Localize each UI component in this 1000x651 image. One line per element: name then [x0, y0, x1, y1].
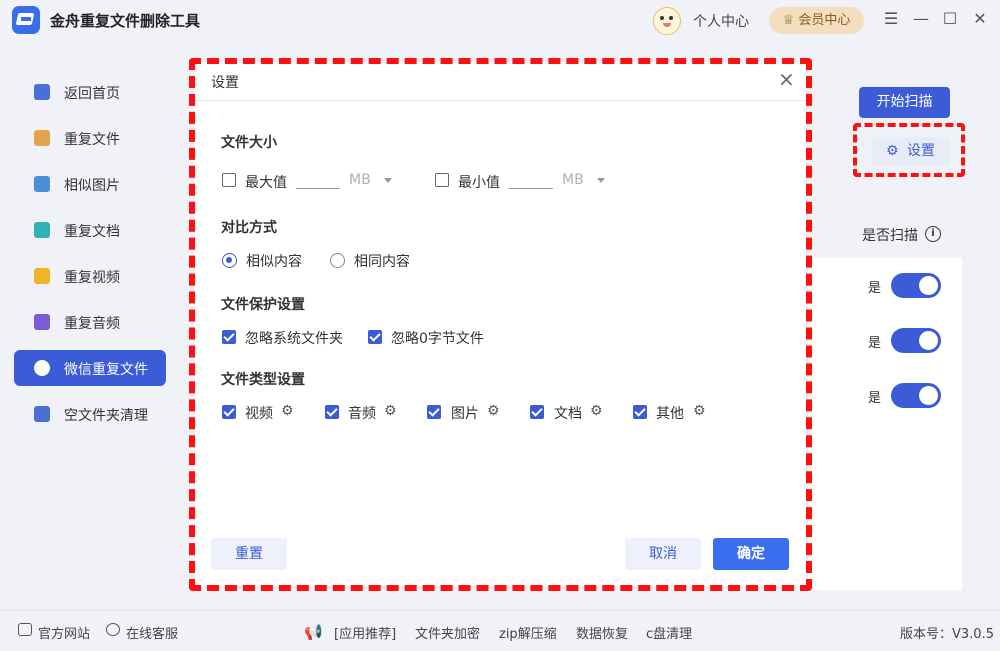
- highlight-box: [853, 123, 965, 177]
- user-center-link[interactable]: 个人中心: [693, 11, 749, 31]
- megaphone-icon: 📢: [304, 623, 323, 641]
- menu-icon[interactable]: ☰: [882, 10, 900, 28]
- wechat-icon: [34, 360, 50, 376]
- app-recommend-label: [应用推荐]: [334, 627, 397, 642]
- scan-value: 是: [868, 281, 882, 296]
- minimize-icon[interactable]: —: [912, 10, 930, 28]
- sidebar-item-duplicate-files[interactable]: 重复文件: [14, 120, 166, 156]
- recommend-link[interactable]: zip解压缩: [499, 623, 557, 642]
- scan-value: 是: [868, 336, 882, 351]
- version-label: 版本号：V3.0.5: [900, 627, 994, 642]
- sidebar-item-home[interactable]: 返回首页: [14, 74, 166, 110]
- footer: 官方网站 在线客服 📢 [应用推荐] 文件夹加密 zip解压缩 数据恢复 c盘清…: [0, 610, 1000, 651]
- recommend-link[interactable]: 数据恢复: [576, 623, 628, 642]
- folder-icon: [34, 130, 50, 146]
- sidebar-item-label: 重复音频: [64, 316, 120, 332]
- scan-toggle[interactable]: [891, 273, 941, 298]
- title-bar: 金舟重复文件删除工具 个人中心 ♕ 会员中心 ☰ — ☐ ✕: [0, 0, 1000, 40]
- online-service-link[interactable]: 在线客服: [126, 623, 178, 642]
- document-icon: [34, 222, 50, 238]
- scan-toggle[interactable]: [891, 328, 941, 353]
- highlight-box: [189, 58, 812, 591]
- image-icon: [34, 176, 50, 192]
- sidebar-item-label: 相似图片: [64, 178, 120, 194]
- sidebar-item-label: 重复文档: [64, 224, 120, 240]
- close-window-icon[interactable]: ✕: [971, 10, 989, 28]
- empty-folder-icon: [34, 406, 50, 422]
- sidebar-item-label: 重复视频: [64, 270, 120, 286]
- sidebar-item-label: 返回首页: [64, 86, 120, 102]
- scan-column-header: 是否扫描: [862, 228, 918, 244]
- website-icon: [18, 623, 32, 636]
- vip-center-button[interactable]: ♕ 会员中心: [769, 7, 864, 34]
- scan-toggle[interactable]: [891, 383, 941, 408]
- sidebar-item-duplicate-audio[interactable]: 重复音频: [14, 304, 166, 340]
- sidebar-item-label: 微信重复文件: [64, 362, 148, 378]
- sidebar-item-duplicate-videos[interactable]: 重复视频: [14, 258, 166, 294]
- start-scan-button[interactable]: 开始扫描: [859, 87, 950, 118]
- maximize-icon[interactable]: ☐: [941, 10, 959, 28]
- app-logo-icon: [12, 6, 40, 34]
- scan-value: 是: [868, 391, 882, 406]
- sidebar-item-empty-folders[interactable]: 空文件夹清理: [14, 396, 166, 432]
- official-website-link[interactable]: 官方网站: [38, 623, 90, 642]
- sidebar-item-label: 空文件夹清理: [64, 408, 148, 424]
- user-avatar[interactable]: [653, 7, 681, 35]
- app-title: 金舟重复文件删除工具: [50, 12, 201, 30]
- recommend-link[interactable]: c盘清理: [646, 623, 692, 642]
- sidebar-item-wechat-duplicates[interactable]: 微信重复文件: [14, 350, 166, 386]
- recommend-link[interactable]: 文件夹加密: [415, 623, 480, 642]
- sidebar: 返回首页 重复文件 相似图片 重复文档 重复视频 重复音频 微信重复文件 空文件…: [0, 40, 180, 610]
- sidebar-item-similar-images[interactable]: 相似图片: [14, 166, 166, 202]
- home-icon: [34, 84, 50, 100]
- info-icon[interactable]: i: [925, 226, 941, 242]
- audio-icon: [34, 314, 50, 330]
- video-icon: [34, 268, 50, 284]
- headset-icon: [106, 623, 120, 636]
- sidebar-item-label: 重复文件: [64, 132, 120, 148]
- sidebar-item-duplicate-docs[interactable]: 重复文档: [14, 212, 166, 248]
- file-list-panel: [808, 258, 962, 590]
